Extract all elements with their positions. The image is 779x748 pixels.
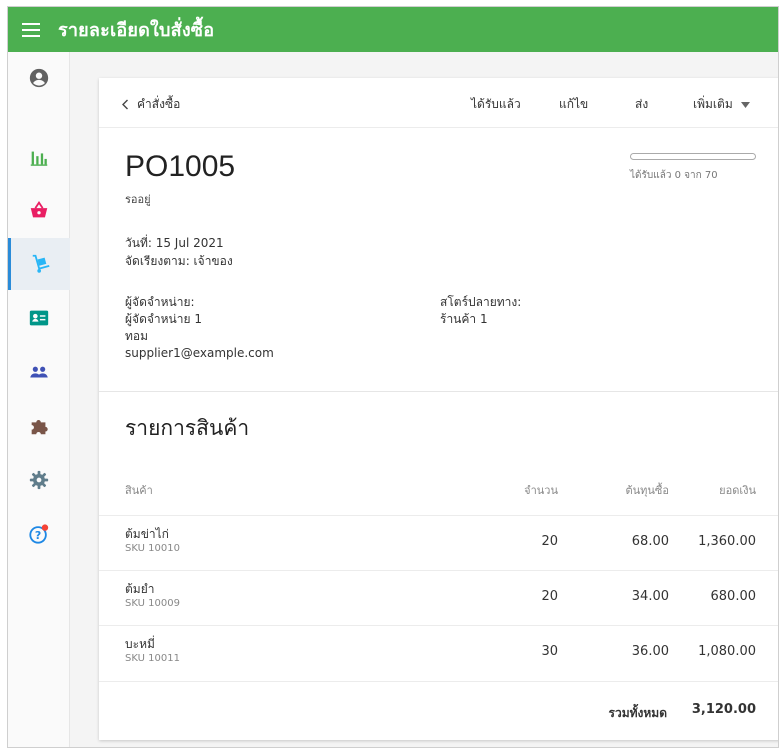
sidebar-item-employees[interactable]	[8, 346, 70, 398]
column-header-quantity: จำนวน	[524, 484, 558, 497]
column-header-product: สินค้า	[125, 484, 153, 497]
supplier-name: ผู้จัดจำหน่าย 1	[125, 312, 202, 326]
help-icon: ?	[29, 524, 49, 544]
chevron-left-icon	[122, 99, 128, 110]
po-status: รออยู่	[125, 193, 151, 206]
sidebar-item-settings[interactable]	[8, 454, 70, 506]
more-menu-label: เพิ่มเติม	[693, 97, 733, 111]
table-row[interactable]: บะหมี่ SKU 10011 30 36.00 1,080.00	[99, 625, 778, 680]
item-quantity: 20	[541, 534, 558, 549]
item-name: ต้มข่าไก่	[125, 527, 169, 541]
basket-icon	[30, 201, 48, 218]
destination-store-info: สโตร์ปลายทาง: ร้านค้า 1	[440, 294, 521, 328]
table-row[interactable]: ต้มยำ SKU 10009 20 34.00 680.00	[99, 570, 778, 625]
total-value: 3,120.00	[691, 702, 756, 717]
item-name: ต้มยำ	[125, 582, 155, 596]
item-cost: 34.00	[631, 589, 669, 604]
sidebar-item-account[interactable]	[8, 52, 70, 104]
destination-heading: สโตร์ปลายทาง:	[440, 295, 522, 309]
po-date: วันที่: 15 Jul 2021	[125, 236, 224, 250]
page-title: รายละเอียดใบสั่งซื้อ	[58, 20, 215, 41]
supplier-contact: ทอม	[125, 329, 149, 343]
back-to-orders-link[interactable]: คำสั่งซื้อ	[121, 95, 180, 114]
item-name: บะหมี่	[125, 637, 155, 651]
item-quantity: 20	[541, 589, 558, 604]
item-sku: SKU 10011	[125, 653, 180, 664]
item-amount: 1,360.00	[698, 534, 756, 549]
received-progress-text: ได้รับแล้ว 0 จาก 70	[630, 170, 718, 181]
bar-chart-icon	[30, 151, 48, 166]
received-progress-bar	[630, 153, 756, 160]
item-amount: 1,080.00	[698, 644, 756, 659]
item-quantity: 30	[541, 644, 558, 659]
item-amount: 680.00	[710, 589, 757, 604]
table-row[interactable]: ต้มข่าไก่ SKU 10010 20 68.00 1,360.00	[99, 515, 778, 570]
po-number: PO1005	[125, 150, 236, 183]
destination-store: ร้านค้า 1	[440, 312, 488, 326]
item-cost: 68.00	[631, 534, 669, 549]
back-link-label: คำสั่งซื้อ	[137, 97, 181, 111]
card-toolbar: คำสั่งซื้อ ได้รับแล้ว แก้ไข ส่ง เพิ่มเติ…	[99, 78, 778, 128]
total-label: รวมทั้งหมด	[608, 706, 667, 720]
top-app-bar: รายละเอียดใบสั่งซื้อ	[8, 7, 778, 52]
sidebar: ?	[8, 52, 70, 747]
purchase-order-card: คำสั่งซื้อ ได้รับแล้ว แก้ไข ส่ง เพิ่มเติ…	[99, 78, 778, 740]
sidebar-item-sales[interactable]	[8, 184, 70, 236]
menu-button[interactable]	[8, 7, 54, 52]
edit-button[interactable]: แก้ไข	[559, 95, 588, 114]
puzzle-icon	[31, 420, 48, 435]
sidebar-item-help[interactable]: ?	[8, 508, 70, 560]
app-window: รายละเอียดใบสั่งซื้อ ? คำสั่งซื้อ ได้รับ…	[7, 6, 779, 748]
main-content: คำสั่งซื้อ ได้รับแล้ว แก้ไข ส่ง เพิ่มเติ…	[70, 52, 778, 747]
column-header-amount: ยอดเงิน	[719, 484, 756, 497]
section-divider	[99, 391, 778, 392]
items-section-title: รายการสินค้า	[125, 416, 250, 440]
item-sku: SKU 10009	[125, 598, 180, 609]
id-card-icon	[29, 310, 49, 326]
more-menu-button[interactable]: เพิ่มเติม	[693, 95, 750, 114]
item-sku: SKU 10010	[125, 543, 180, 554]
gear-icon	[29, 470, 49, 490]
column-header-cost: ต้นทุนซื้อ	[625, 484, 669, 497]
total-divider	[99, 681, 778, 682]
supplier-heading: ผู้จัดจำหน่าย:	[125, 295, 195, 309]
chevron-down-icon	[740, 101, 750, 108]
account-icon	[29, 68, 49, 88]
supplier-info: ผู้จัดจำหน่าย: ผู้จัดจำหน่าย 1 ทอม suppl…	[125, 294, 274, 362]
hamburger-menu-icon	[22, 22, 40, 37]
sidebar-item-customers[interactable]	[8, 292, 70, 344]
sidebar-item-inventory[interactable]	[8, 238, 70, 290]
supplier-email: supplier1@example.com	[125, 346, 274, 360]
sidebar-item-integrations[interactable]	[8, 400, 70, 452]
people-icon	[30, 366, 48, 378]
po-sort-by: จัดเรียงตาม: เจ้าของ	[125, 254, 233, 268]
receive-button[interactable]: ได้รับแล้ว	[471, 95, 521, 114]
item-cost: 36.00	[631, 644, 669, 659]
dolly-icon	[32, 254, 49, 273]
svg-text:?: ?	[35, 529, 41, 542]
send-button[interactable]: ส่ง	[635, 95, 648, 114]
sidebar-item-reports[interactable]	[8, 132, 70, 184]
